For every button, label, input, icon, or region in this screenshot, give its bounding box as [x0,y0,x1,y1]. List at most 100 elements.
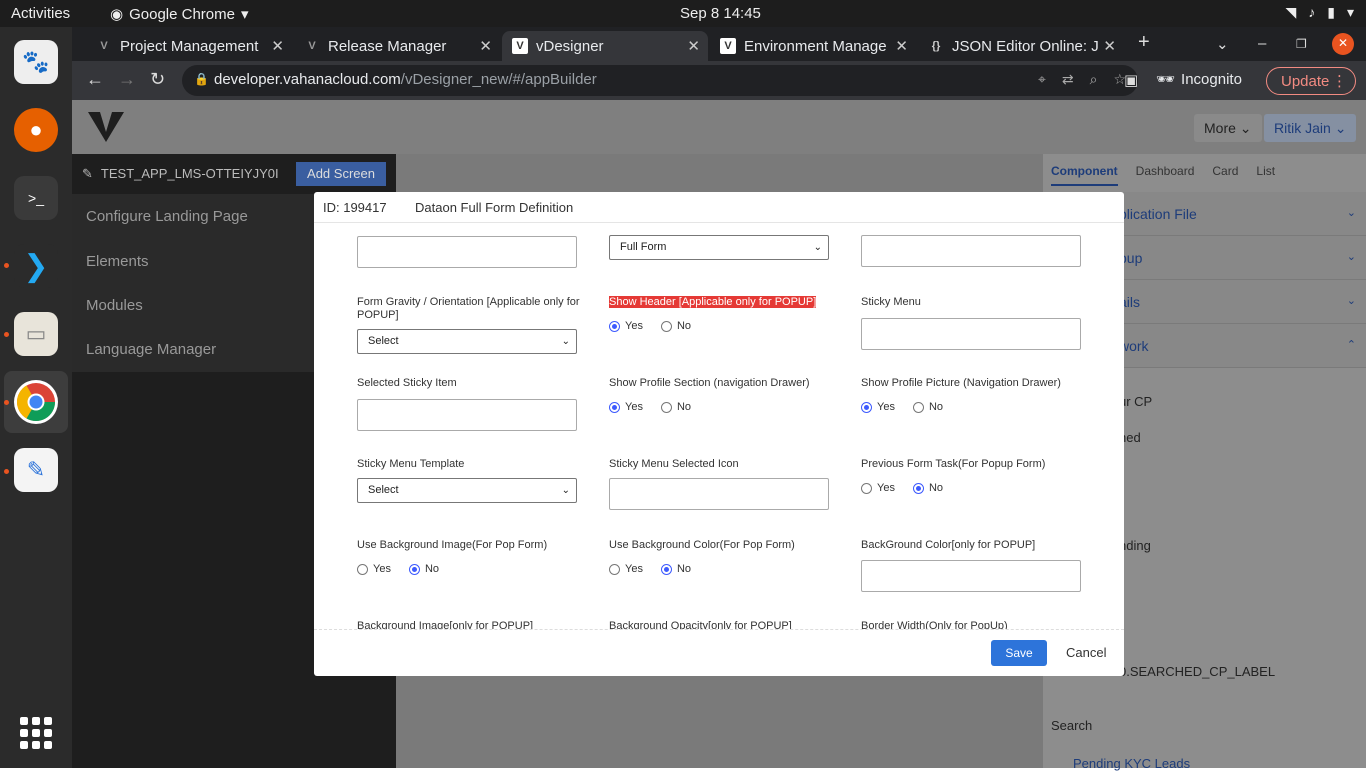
radio-no[interactable]: No [912,482,943,494]
modal-body: Full Form ⌄ Form Gravity / Orientation [A… [314,224,1124,630]
apps-grid-icon[interactable] [20,717,52,749]
radio-yes[interactable]: Yes [609,401,643,413]
selected-sticky-item-field: Selected Sticky Item [357,377,591,390]
reload-icon[interactable]: ↻ [150,69,165,90]
tab-card[interactable]: Card [1212,164,1238,186]
new-tab-icon[interactable]: + [1138,31,1150,54]
tab-json-editor[interactable]: {} JSON Editor Online: J ✕ [918,31,1124,61]
tab-project-management[interactable]: V Project Management ✕ [86,31,292,61]
app-menu[interactable]: ◉ Google Chrome ▾ [110,5,249,24]
volume-icon: ♪ [1308,4,1316,20]
address-bar[interactable]: 🔒 developer.vahanacloud.com/vDesigner_ne… [182,65,1138,96]
text-input[interactable] [861,235,1081,267]
user-dropdown[interactable]: Ritik Jain ⌄ [1264,114,1357,142]
show-profile-section-field: Show Profile Section (navigation Drawer) [609,377,843,390]
tab-vdesigner[interactable]: V vDesigner ✕ [502,31,708,61]
update-button[interactable]: Update ⋮ [1266,67,1356,95]
radio-yes[interactable]: Yes [609,563,643,575]
incognito-indicator[interactable]: 🕶 Incognito [1156,70,1242,89]
url-path: /vDesigner_new/#/appBuilder [400,71,597,88]
tab-release-manager[interactable]: V Release Manager ✕ [294,31,500,61]
back-icon[interactable]: ← [86,69,104,90]
battery-icon: ▮ [1327,4,1335,20]
system-tray[interactable]: ◥ ♪ ▮ ▾ [1285,4,1354,21]
radio-no[interactable]: No [660,563,691,575]
close-icon[interactable]: ✕ [687,37,700,55]
cancel-button[interactable]: Cancel [1066,645,1106,660]
text-editor-icon[interactable]: ✎ [14,448,58,492]
radio-no[interactable]: No [660,320,691,332]
vahana-logo-icon: V [720,38,736,54]
chrome-icon[interactable] [14,380,58,424]
chevron-down-icon: ⌄ [1346,207,1356,219]
text-input[interactable] [357,236,577,268]
sidepanel-icon[interactable]: ▣ [1124,71,1138,89]
lock-icon: 🔒 [194,72,209,86]
close-icon[interactable]: ✕ [271,37,284,55]
use-bg-color-radios: Yes No [609,563,691,575]
radio-no[interactable]: No [660,401,691,413]
field-label: Background Opacity[only for POPUP] [609,620,792,630]
form-type-select[interactable]: Full Form ⌄ [609,235,829,260]
terminal-icon[interactable]: >_ [14,176,58,220]
sticky-menu-selected-icon-input[interactable] [609,478,829,510]
chevron-down-icon[interactable]: ⌄ [1216,35,1229,53]
chevron-up-icon: ⌃ [1346,339,1356,351]
activities-button[interactable]: Activities [11,5,70,22]
close-icon[interactable]: ✕ [895,37,908,55]
field-label: Border Width(Only for PopUp) [861,620,1008,630]
gimp-icon[interactable]: 🐾 [14,40,58,84]
bg-color-input[interactable] [861,560,1081,592]
chevron-down-icon: ▾ [1346,4,1354,20]
location-blocked-icon[interactable]: ⌖ [1038,71,1046,88]
sticky-menu-field: Sticky Menu [861,296,1095,309]
files-icon[interactable]: ▭ [14,312,58,356]
chevron-down-icon: ▾ [240,6,249,23]
previous-form-task-radios: Yes No [861,482,943,494]
vahana-logo-icon [88,112,124,142]
radio-yes[interactable]: Yes [861,482,895,494]
more-dropdown[interactable]: More ⌄ [1194,114,1262,142]
radio-no[interactable]: No [912,401,943,413]
translate-icon[interactable]: ⇄ [1062,71,1074,88]
sticky-menu-template-select[interactable]: Select ⌄ [357,478,577,503]
tab-component[interactable]: Component [1051,164,1118,186]
show-profile-picture-field: Show Profile Picture (Navigation Drawer) [861,377,1095,390]
minimize-icon[interactable]: – [1258,35,1266,52]
add-screen-button[interactable]: Add Screen [296,162,386,186]
sticky-menu-input[interactable] [861,318,1081,350]
dock: 🐾 ● >_ ❯ ▭ ✎ [0,27,72,768]
close-window-icon[interactable]: ✕ [1332,33,1354,55]
use-bg-color-field: Use Background Color(For Pop Form) [609,539,843,552]
close-icon[interactable]: ✕ [1103,37,1116,55]
show-profile-section-radios: Yes No [609,401,691,413]
radio-yes[interactable]: Yes [609,320,643,332]
field-label: Show Profile Picture (Navigation Drawer) [861,377,1061,389]
right-panel-item[interactable]: Pending KYC Leads [1073,756,1190,771]
radio-yes[interactable]: Yes [357,563,391,575]
tab-environment-manager[interactable]: V Environment Manage ✕ [710,31,916,61]
radio-yes[interactable]: Yes [861,401,895,413]
firefox-icon[interactable]: ● [14,108,58,152]
sticky-menu-selected-icon-field: Sticky Menu Selected Icon [609,458,843,471]
zoom-icon[interactable]: ⌕ [1090,71,1098,88]
form-gravity-select[interactable]: Select ⌄ [357,329,577,354]
chevron-down-icon: ⌄ [561,485,570,496]
selected-sticky-item-input[interactable] [357,399,577,431]
maximize-icon[interactable]: ❐ [1296,37,1307,51]
forward-icon[interactable]: → [118,69,136,90]
chrome-small-icon: ◉ [110,6,124,23]
app-name: Google Chrome [129,5,235,23]
use-bg-image-radios: Yes No [357,563,439,575]
edit-icon[interactable]: ✎ [82,166,93,182]
clock[interactable]: Sep 8 14:45 [680,5,761,22]
right-panel-item[interactable]: 0.SEARCHED_CP_LABEL [1119,664,1275,679]
close-icon[interactable]: ✕ [479,37,492,55]
vahana-logo-icon: V [512,38,528,54]
vscode-icon[interactable]: ❯ [14,244,58,288]
radio-no[interactable]: No [408,563,439,575]
tab-dashboard[interactable]: Dashboard [1136,164,1195,186]
app-header: More ⌄ Ritik Jain ⌄ [72,100,1366,154]
save-button[interactable]: Save [991,640,1047,666]
tab-list[interactable]: List [1256,164,1275,186]
